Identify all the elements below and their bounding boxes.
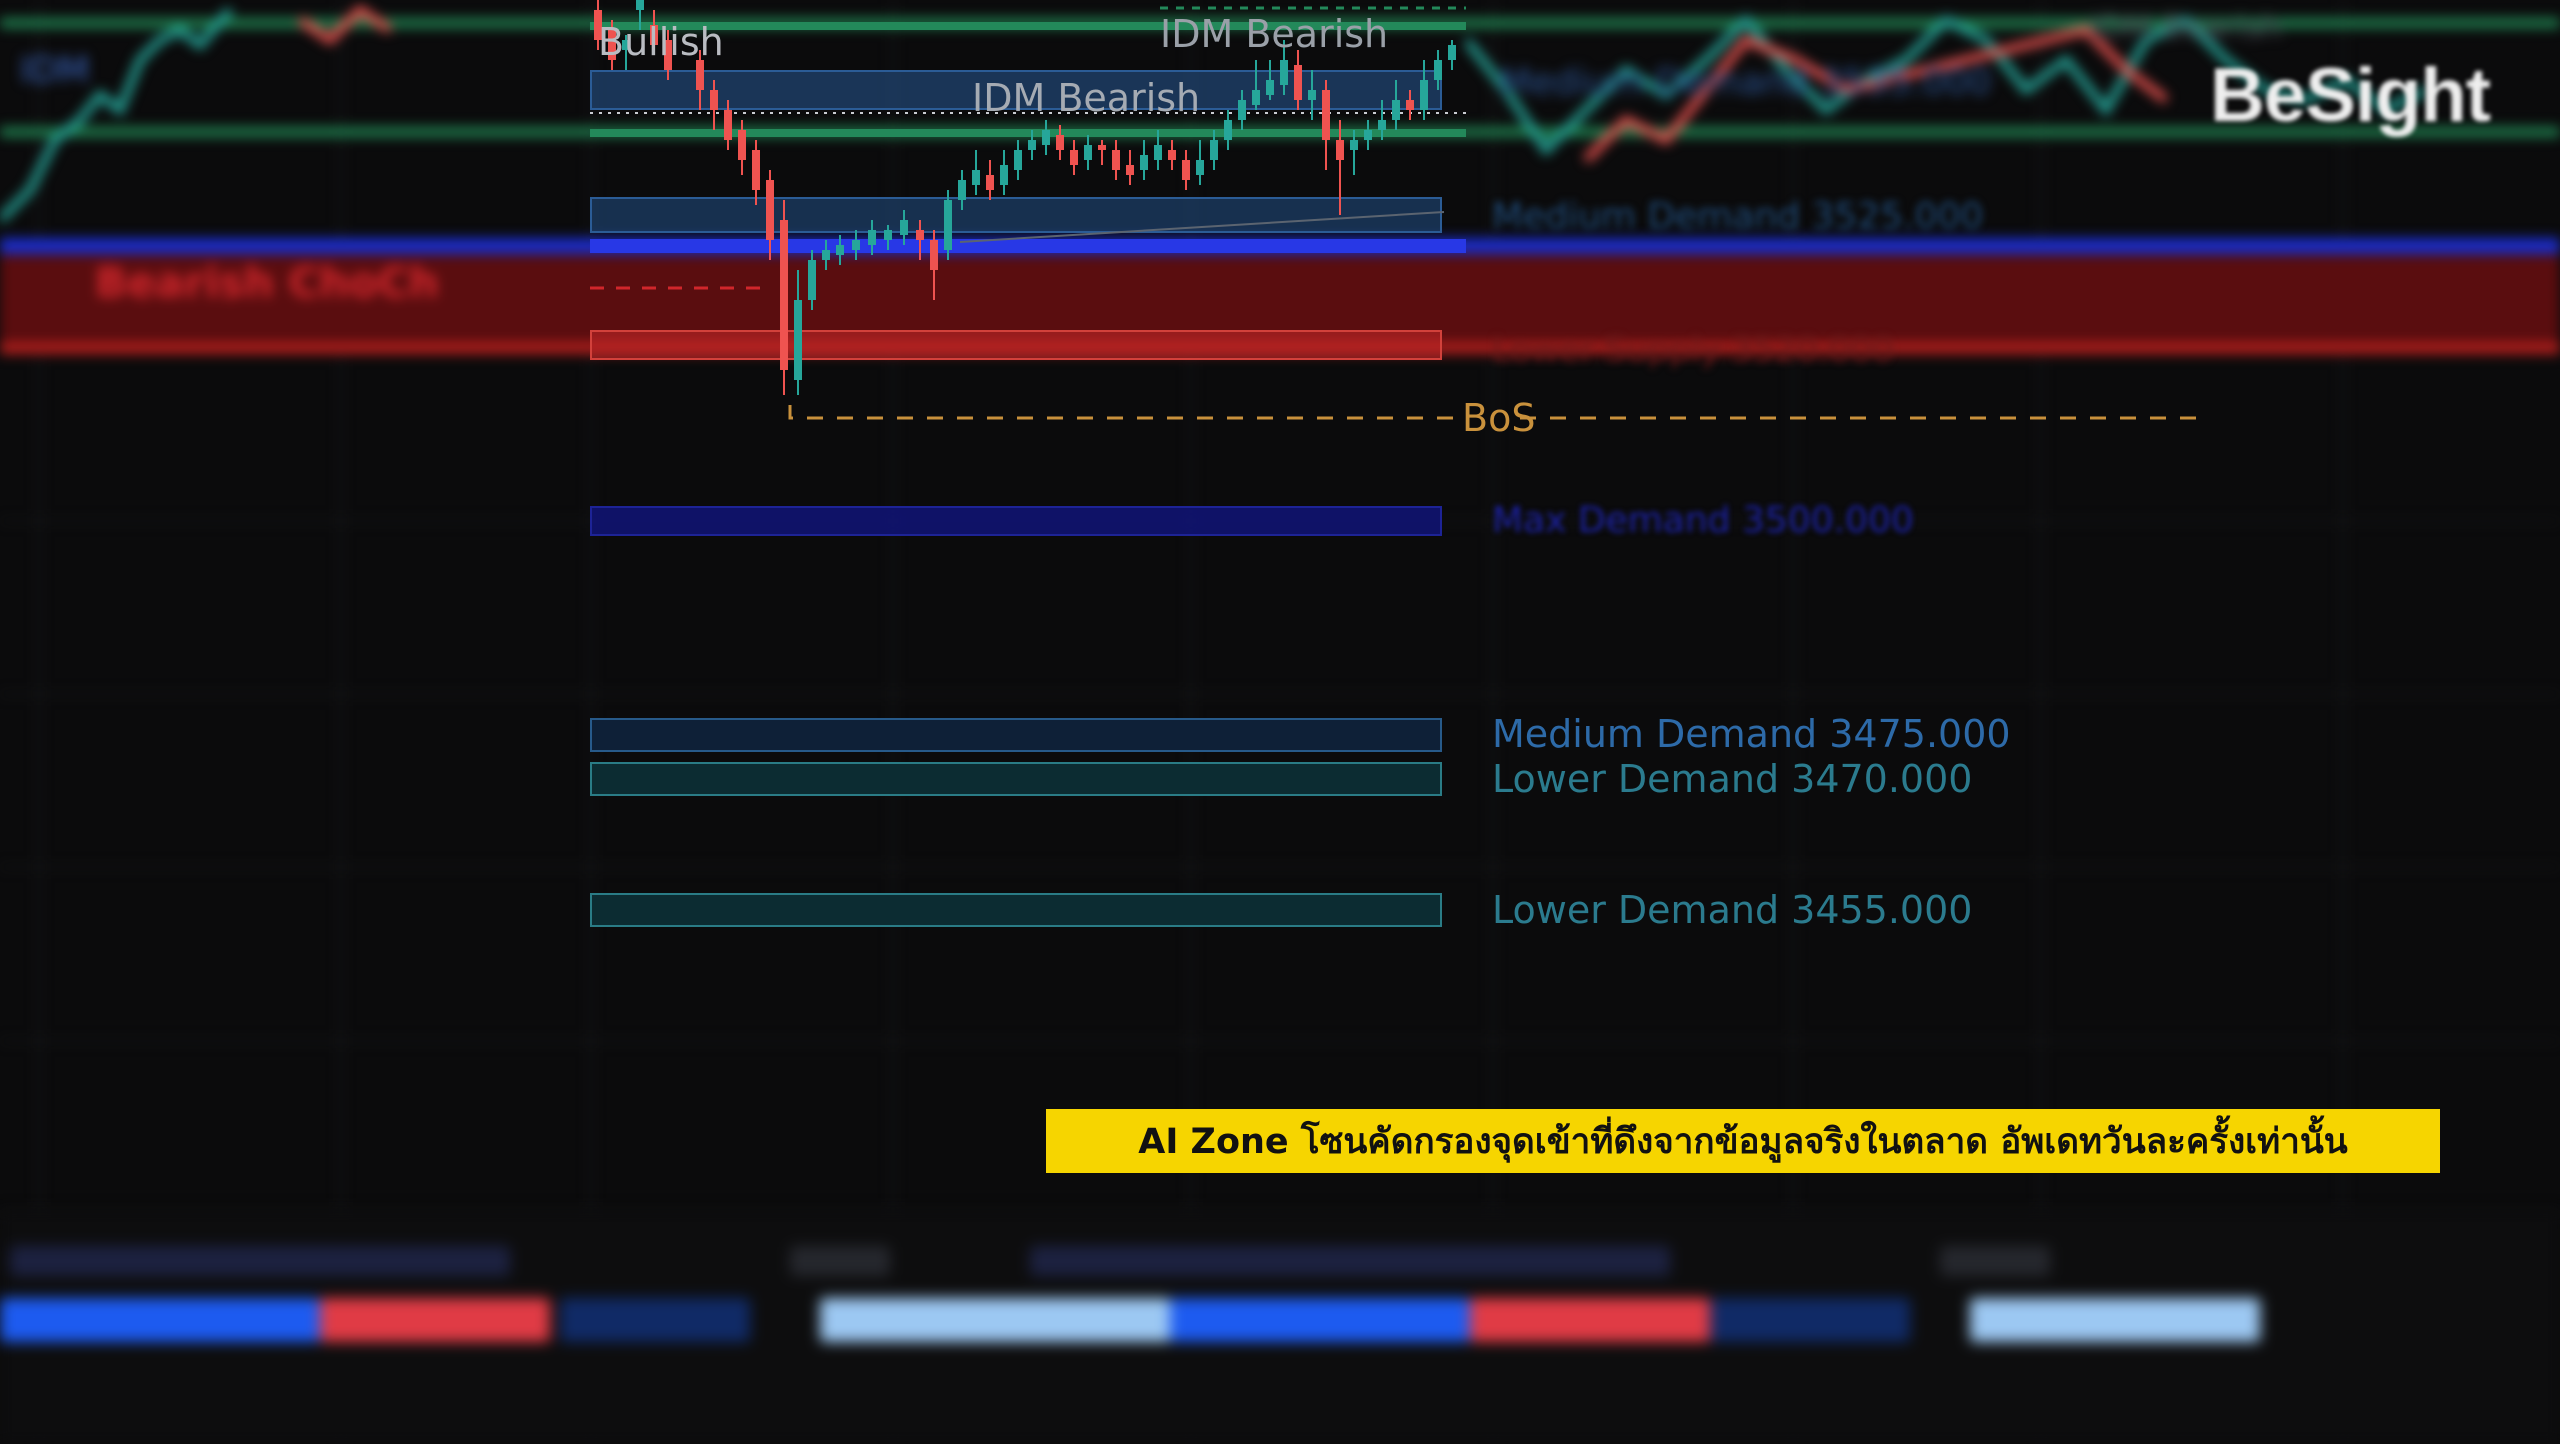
candle-body bbox=[944, 200, 952, 250]
candle-body bbox=[1280, 60, 1288, 85]
candle-body bbox=[884, 230, 892, 240]
candle-body bbox=[1294, 65, 1302, 100]
indicator-bar-light bbox=[820, 1298, 1170, 1342]
candle-body bbox=[1392, 100, 1400, 120]
candle-body bbox=[1308, 90, 1316, 100]
candlestick-series bbox=[590, 0, 2210, 420]
lower-demand-label: Lower Demand 3470.000 bbox=[1492, 757, 1973, 801]
indicator-bar-blue bbox=[0, 1298, 320, 1342]
candle-body bbox=[1126, 165, 1134, 175]
candle-body bbox=[710, 90, 718, 110]
besight-logo: BeSight bbox=[2210, 53, 2491, 138]
lower-supply-label: Lower Supply 3520.000 bbox=[1492, 330, 1894, 370]
idm-bearish-label: IDM Bearish bbox=[972, 76, 1201, 120]
candle-body bbox=[1168, 150, 1176, 160]
candle-body bbox=[1378, 120, 1386, 130]
indicator-bar-red bbox=[320, 1298, 550, 1342]
indicator-label bbox=[1030, 1246, 1670, 1276]
bos-label: BoS bbox=[1462, 396, 1536, 440]
lower-demand-zone-box bbox=[590, 762, 1442, 796]
candle-body bbox=[822, 250, 830, 260]
candle-body bbox=[1112, 150, 1120, 170]
indicator-bar-navy bbox=[560, 1298, 750, 1342]
candle-body bbox=[752, 150, 760, 190]
candle-body bbox=[1266, 80, 1274, 95]
candle-body bbox=[1154, 145, 1162, 160]
candle-body bbox=[1042, 130, 1050, 145]
max-demand-zone-box bbox=[590, 506, 1442, 536]
candle-body bbox=[1056, 135, 1064, 150]
indicator-bar-red bbox=[1470, 1298, 1710, 1342]
indicator-label bbox=[10, 1246, 510, 1276]
lower-demand-label: Lower Demand 3455.000 bbox=[1492, 888, 1973, 932]
candle-body bbox=[900, 220, 908, 235]
candle-body bbox=[868, 230, 876, 245]
candle-body bbox=[1224, 120, 1232, 140]
subtitle-text: AI Zone โซนคัดกรองจุดเข้าที่ดึงจากข้อมูล… bbox=[1138, 1121, 2348, 1162]
candle-body bbox=[958, 180, 966, 200]
candle-body bbox=[1434, 60, 1442, 80]
candle-body bbox=[1322, 90, 1330, 140]
indicator-label bbox=[1940, 1246, 2050, 1276]
indicator-bar-blue bbox=[1170, 1298, 1470, 1342]
candle-body bbox=[696, 60, 704, 90]
lower-demand-zone-box bbox=[590, 893, 1442, 927]
candle-body bbox=[1196, 160, 1204, 175]
candle-body bbox=[1350, 140, 1358, 150]
subtitle-caption: AI Zone โซนคัดกรองจุดเข้าที่ดึงจากข้อมูล… bbox=[1046, 1109, 2440, 1173]
candle-body bbox=[986, 175, 994, 190]
candle-body bbox=[1028, 140, 1036, 150]
idm-bearish-label: IDM Bearish bbox=[1160, 12, 1389, 56]
candle-body bbox=[1448, 45, 1456, 60]
indicator-bar-navy bbox=[1710, 1298, 1910, 1342]
candle-body bbox=[808, 260, 816, 300]
candle-body bbox=[766, 180, 774, 240]
candle-body bbox=[1140, 155, 1148, 170]
candle-body bbox=[1364, 130, 1372, 140]
candle-body bbox=[1252, 90, 1260, 105]
candle-body bbox=[724, 110, 732, 140]
max-demand-label: Max Demand 3500.000 bbox=[1492, 500, 1914, 541]
medium-demand-label: Medium Demand 3475.000 bbox=[1492, 712, 2011, 756]
candle-body bbox=[1210, 140, 1218, 160]
candle-body bbox=[1336, 140, 1344, 160]
candle-body bbox=[1014, 150, 1022, 170]
candle-body bbox=[636, 0, 644, 10]
candle-body bbox=[738, 130, 746, 160]
candle-body bbox=[794, 300, 802, 380]
trend-line bbox=[959, 211, 1445, 243]
candle-body bbox=[1098, 145, 1106, 150]
bullish-label: Bullish bbox=[598, 20, 724, 64]
candle-body bbox=[836, 245, 844, 255]
candle-body bbox=[780, 220, 788, 370]
medium-demand-label: Medium Demand 3525.000 bbox=[1492, 196, 1984, 237]
bos-dashed-line bbox=[788, 405, 1460, 420]
candle-body bbox=[852, 240, 860, 250]
candle-body bbox=[972, 170, 980, 185]
candle-body bbox=[1238, 100, 1246, 120]
video-frame: IDM Bearish ChoCh Medium Demand 3535.000… bbox=[0, 0, 2560, 1444]
candle-body bbox=[1420, 80, 1428, 110]
indicator-label bbox=[790, 1246, 890, 1276]
candle-body bbox=[930, 240, 938, 270]
candle-body bbox=[916, 230, 924, 240]
medium-demand-zone-box bbox=[590, 718, 1442, 752]
candle-body bbox=[1084, 145, 1092, 160]
candle-body bbox=[1182, 160, 1190, 180]
candle-body bbox=[1000, 165, 1008, 185]
candle-body bbox=[1070, 150, 1078, 165]
candle-body bbox=[1406, 100, 1414, 110]
indicator-bar-light bbox=[1970, 1298, 2260, 1342]
indicator-panel bbox=[0, 1210, 2560, 1444]
